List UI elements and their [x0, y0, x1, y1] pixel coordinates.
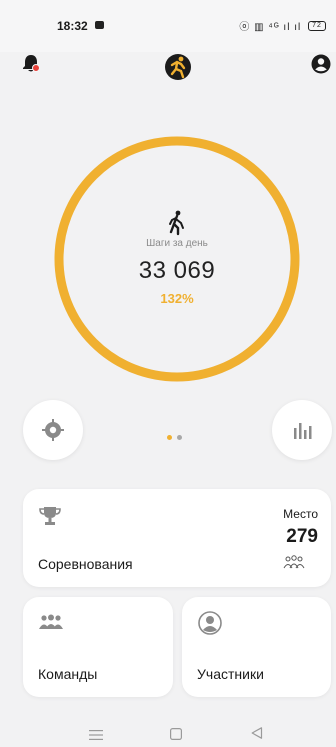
competitions-card[interactable]: Место 279 Соревнования: [23, 489, 331, 587]
back-icon[interactable]: [251, 726, 263, 739]
target-button[interactable]: [23, 400, 83, 460]
steps-percent: 132%: [160, 291, 194, 306]
status-bar: 18:32 ⓞ ▥ ⁴ᴳ ıl ıl 72: [0, 0, 336, 52]
system-nav-bar: [0, 717, 336, 747]
bar-chart-icon: [294, 423, 312, 439]
profile-icon[interactable]: [311, 54, 331, 74]
page-dot[interactable]: [177, 435, 182, 440]
page-indicator: [167, 427, 187, 445]
team-icon: [38, 614, 64, 630]
place-label: Место: [283, 507, 318, 521]
page-dot-active[interactable]: [167, 435, 172, 440]
participants-title: Участники: [197, 666, 264, 682]
home-icon[interactable]: [170, 727, 183, 741]
teams-card[interactable]: Команды: [23, 597, 173, 697]
group-icon: [283, 555, 305, 569]
recent-apps-icon[interactable]: [89, 727, 103, 740]
place-value: 279: [286, 526, 318, 547]
steps-progress-ring: Шаги за день 33 069 132%: [53, 135, 301, 383]
runner-logo-icon: [163, 52, 193, 82]
bell-icon[interactable]: [22, 54, 40, 74]
notification-icon: [95, 21, 104, 29]
status-icons: ⓞ ▥ ⁴ᴳ ıl ıl 72: [239, 18, 326, 33]
trophy-icon: [38, 505, 62, 527]
steps-value: 33 069: [138, 257, 216, 284]
status-indicators-icon: ⓞ ▥ ⁴ᴳ ıl ıl: [239, 22, 302, 33]
participants-card[interactable]: Участники: [182, 597, 331, 697]
battery-icon: 72: [308, 21, 326, 32]
statistics-button[interactable]: [272, 400, 332, 460]
walking-icon: [167, 210, 187, 236]
teams-title: Команды: [38, 666, 98, 682]
competitions-title: Соревнования: [38, 556, 133, 572]
person-icon: [198, 611, 222, 635]
target-icon: [42, 419, 64, 441]
app-header: [0, 52, 336, 82]
steps-summary: Шаги за день 33 069 132%: [53, 135, 301, 383]
status-time: 18:32: [57, 19, 88, 33]
steps-label: Шаги за день: [146, 238, 208, 249]
